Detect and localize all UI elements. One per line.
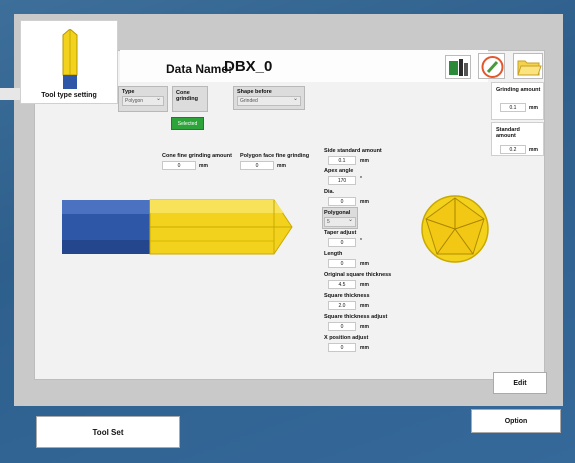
length-input[interactable]: 0	[328, 259, 356, 268]
length-unit: mm	[360, 261, 369, 267]
apex-angle-unit: °	[360, 176, 362, 182]
tool-type-card[interactable]: Tool type setting	[20, 20, 118, 104]
square-thickness-adjust-label: Square thickness adjust	[324, 314, 388, 320]
length-label: Length	[324, 251, 343, 257]
option-button[interactable]: Option	[471, 409, 561, 433]
side-standard-unit: mm	[360, 158, 369, 164]
tool-set-button[interactable]: Tool Set	[36, 416, 180, 448]
x-position-adjust-unit: mm	[360, 345, 369, 351]
edit-data-button[interactable]	[478, 53, 505, 79]
edit-button[interactable]: Edit	[493, 372, 547, 394]
pencil-icon	[481, 56, 504, 78]
original-square-input[interactable]: 4.5	[328, 280, 356, 289]
original-square-unit: mm	[360, 282, 369, 288]
square-thickness-unit: mm	[360, 303, 369, 309]
square-thickness-input[interactable]: 2.0	[328, 301, 356, 310]
header-bar: Data Name: DBX_0	[120, 50, 488, 82]
cone-grinding-selected-button[interactable]: Selected	[171, 117, 204, 130]
dia-unit: mm	[360, 199, 369, 205]
shape-before-select[interactable]: Grinded	[237, 95, 301, 106]
tool-side-view	[62, 199, 293, 255]
cone-fine-grinding-unit: mm	[199, 163, 208, 169]
polygon-fine-grinding-input[interactable]: 0	[240, 161, 274, 170]
taper-adjust-input[interactable]: 0	[328, 238, 356, 247]
standard-amount-panel: Standard amount 0.2 mm	[491, 122, 544, 156]
polygon-fine-grinding-unit: mm	[277, 163, 286, 169]
dia-input[interactable]: 0	[328, 197, 356, 206]
taper-adjust-label: Taper adjust	[324, 230, 357, 236]
grinding-amount-input[interactable]: 0.1	[500, 103, 526, 112]
grinding-amount-label: Grinding amount	[496, 87, 541, 93]
polygon-fine-grinding-label: Polygon face fine grinding	[240, 153, 310, 159]
grinding-amount-panel: Grinding amount 0.1 mm	[491, 82, 544, 120]
cone-fine-grinding-label: Cone fine grinding amount	[162, 153, 232, 159]
dia-label: Dia.	[324, 189, 335, 195]
standard-amount-input[interactable]: 0.2	[500, 145, 526, 154]
tool-end-view	[421, 195, 489, 263]
open-folder-button[interactable]	[513, 53, 543, 79]
x-position-adjust-label: X position adjust	[324, 335, 369, 341]
data-name-label: Data Name:	[166, 62, 233, 76]
shape-before-label: Shape before	[237, 89, 272, 95]
polygonal-select[interactable]: 5	[324, 216, 356, 227]
cone-grinding-label: Cone grinding	[176, 90, 198, 102]
standard-amount-unit: mm	[529, 147, 538, 153]
tool-type-setting-label: Tool type setting	[41, 92, 97, 99]
x-position-adjust-input[interactable]: 0	[328, 343, 356, 352]
apex-angle-label: Apex angle	[324, 168, 354, 174]
square-thickness-adjust-unit: mm	[360, 324, 369, 330]
tool-library-icon	[449, 59, 468, 76]
taper-adjust-unit: °	[360, 238, 362, 244]
square-thickness-label: Square thickness	[324, 293, 370, 299]
folder-icon	[517, 60, 542, 76]
tool-library-button[interactable]	[445, 55, 471, 79]
apex-angle-input[interactable]: 170	[328, 176, 356, 185]
grinding-amount-unit: mm	[529, 105, 538, 111]
standard-amount-label: Standard amount	[496, 127, 520, 139]
side-standard-input[interactable]: 0.1	[328, 156, 356, 165]
type-select[interactable]: Polygon	[122, 95, 164, 106]
cone-fine-grinding-input[interactable]: 0	[162, 161, 196, 170]
side-standard-label: Side standard amount	[324, 148, 382, 154]
original-square-label: Original square thickness	[324, 272, 392, 278]
type-label: Type	[122, 89, 135, 95]
polygonal-label: Polygonal	[324, 210, 351, 216]
data-name-value: DBX_0	[224, 58, 273, 75]
square-thickness-adjust-input[interactable]: 0	[328, 322, 356, 331]
tool-preview-icon	[62, 29, 78, 89]
